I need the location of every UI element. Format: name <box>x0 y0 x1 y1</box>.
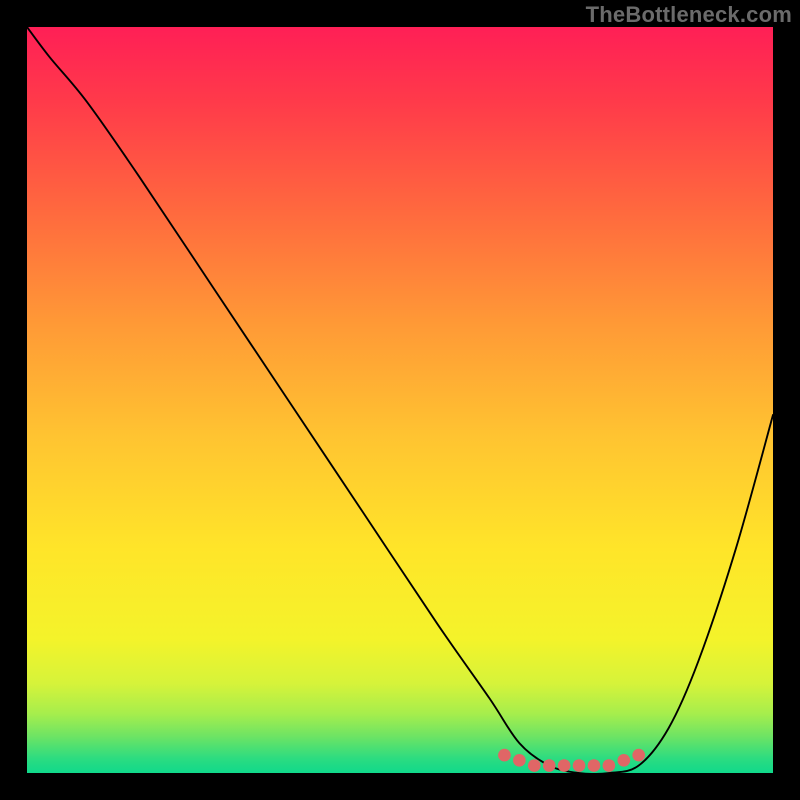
plot-area <box>27 27 773 773</box>
sweet-spot-dot <box>498 749 511 762</box>
sweet-spot-dot <box>603 759 616 772</box>
sweet-spot-dot <box>558 759 571 772</box>
sweet-spot-dot <box>632 749 645 762</box>
sweet-spot-markers <box>498 749 645 772</box>
curve-layer <box>27 27 773 773</box>
bottleneck-curve <box>27 27 773 773</box>
sweet-spot-dot <box>528 759 541 772</box>
chart-frame: TheBottleneck.com <box>0 0 800 800</box>
sweet-spot-dot <box>588 759 601 772</box>
sweet-spot-dot <box>543 759 556 772</box>
sweet-spot-dot <box>573 759 586 772</box>
attribution-text: TheBottleneck.com <box>586 2 792 28</box>
sweet-spot-dot <box>513 754 526 767</box>
sweet-spot-dot <box>617 754 630 767</box>
